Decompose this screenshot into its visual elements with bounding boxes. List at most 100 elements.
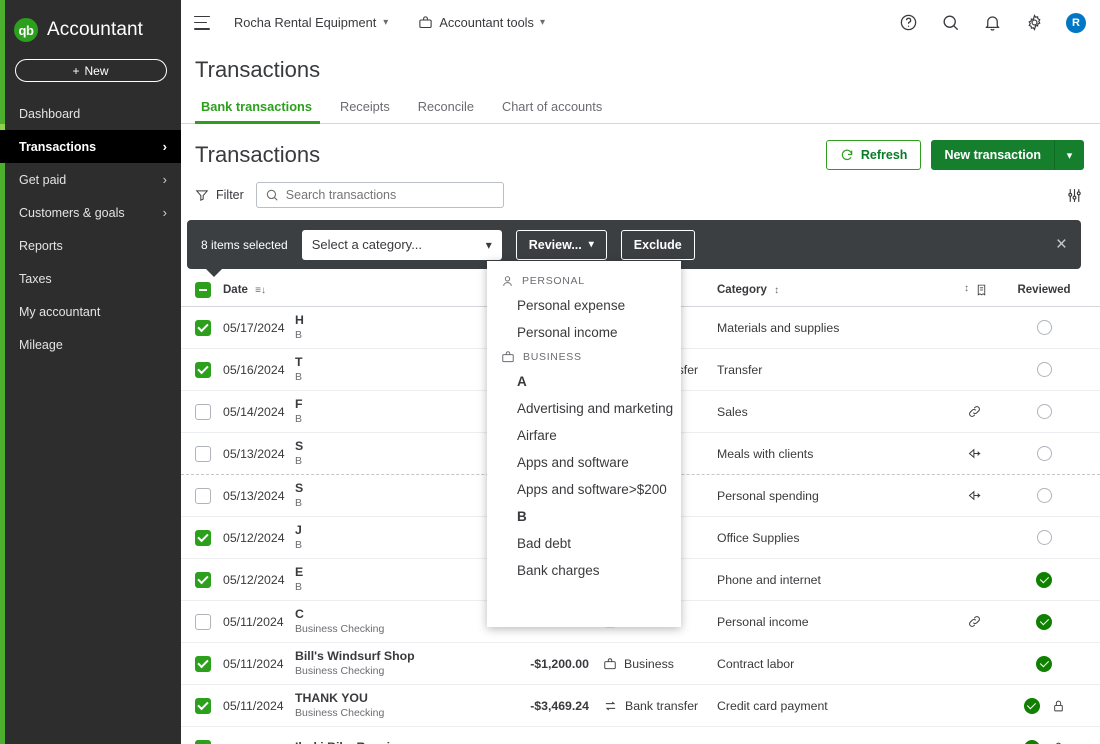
row-reviewed[interactable] — [1004, 320, 1084, 335]
split-icon[interactable] — [967, 488, 982, 503]
review-done-icon[interactable] — [1023, 697, 1040, 714]
row-category[interactable]: Personal income — [707, 615, 944, 629]
company-selector[interactable]: Rocha Rental Equipment ▾ — [234, 15, 388, 30]
menu-toggle-icon[interactable] — [194, 15, 212, 30]
row-reviewed[interactable] — [1004, 446, 1084, 461]
sidebar-item-get-paid[interactable]: Get paid › — [0, 163, 181, 196]
filter-button[interactable]: Filter — [195, 188, 244, 202]
table-row[interactable]: 05/11/2024 THANK YOU Business Checking -… — [181, 685, 1100, 727]
tab-chart-of-accounts[interactable]: Chart of accounts — [488, 99, 616, 123]
review-circle-icon[interactable] — [1036, 320, 1052, 335]
category-option-airfare[interactable]: Airfare — [487, 422, 681, 449]
accountant-tools-menu[interactable]: Accountant tools ▾ — [418, 15, 545, 30]
row-category[interactable]: Office Supplies — [707, 531, 944, 545]
category-option-apps-and-software[interactable]: Apps and software — [487, 449, 681, 476]
row-reviewed[interactable] — [1004, 697, 1084, 714]
sidebar-item-dashboard[interactable]: Dashboard — [0, 97, 181, 130]
row-checkbox-cell — [195, 571, 223, 588]
category-select[interactable]: Select a category... ▾ — [301, 229, 502, 260]
row-checkbox[interactable] — [195, 445, 211, 462]
link-icon[interactable] — [967, 404, 982, 419]
review-done-icon[interactable] — [1036, 655, 1052, 672]
refresh-button[interactable]: Refresh — [825, 140, 922, 170]
tab-bank-transactions[interactable]: Bank transactions — [195, 99, 326, 124]
search-icon[interactable] — [940, 13, 960, 33]
table-row[interactable]: Ibuki Bike Repair — [181, 727, 1100, 744]
row-icon-cell[interactable] — [944, 446, 1004, 461]
row-icon-cell[interactable] — [944, 614, 1004, 629]
row-checkbox[interactable] — [195, 739, 211, 744]
help-icon[interactable] — [898, 13, 918, 33]
row-reviewed[interactable] — [1004, 404, 1084, 419]
link-icon[interactable] — [967, 614, 982, 629]
tab-reconcile[interactable]: Reconcile — [404, 99, 488, 123]
review-circle-icon[interactable] — [1036, 404, 1052, 419]
row-icon-cell[interactable] — [944, 404, 1004, 419]
row-category[interactable]: Materials and supplies — [707, 321, 944, 335]
exclude-button[interactable]: Exclude — [620, 229, 695, 260]
chevron-down-icon[interactable]: ▾ — [1055, 140, 1084, 170]
sidebar-item-taxes[interactable]: Taxes — [0, 262, 181, 295]
row-checkbox[interactable] — [195, 613, 211, 630]
select-all-checkbox[interactable] — [195, 281, 211, 298]
new-button[interactable]: + New — [14, 59, 167, 82]
sidebar-item-mileage[interactable]: Mileage — [0, 328, 181, 361]
column-date-label: Date — [223, 283, 248, 296]
search-input[interactable] — [285, 188, 495, 202]
notifications-bell-icon[interactable] — [982, 13, 1002, 33]
table-settings-icon[interactable] — [1065, 187, 1084, 204]
table-row[interactable]: 05/11/2024 Bill's Windsurf Shop Business… — [181, 643, 1100, 685]
review-circle-icon[interactable] — [1036, 362, 1052, 377]
search-transactions-box[interactable] — [255, 182, 504, 208]
tab-receipts[interactable]: Receipts — [326, 99, 404, 123]
row-checkbox[interactable] — [195, 529, 211, 546]
column-attachment[interactable]: ↕ — [944, 283, 1004, 297]
review-done-icon[interactable] — [1023, 739, 1040, 744]
avatar[interactable]: R — [1066, 12, 1086, 33]
review-circle-icon[interactable] — [1036, 530, 1052, 545]
row-checkbox[interactable] — [195, 403, 211, 420]
row-category[interactable]: Meals with clients — [707, 447, 944, 461]
category-option-bank-charges[interactable]: Bank charges — [487, 557, 681, 584]
review-circle-icon[interactable] — [1036, 488, 1052, 503]
row-checkbox[interactable] — [195, 697, 211, 714]
category-option-personal-income[interactable]: Personal income — [487, 319, 681, 346]
sidebar-item-transactions[interactable]: Transactions › — [0, 130, 181, 163]
review-done-icon[interactable] — [1036, 613, 1052, 630]
row-reviewed[interactable] — [1004, 571, 1084, 588]
column-category[interactable]: Category ↕ — [707, 284, 944, 296]
row-checkbox[interactable] — [195, 361, 211, 378]
new-transaction-button[interactable]: New transaction ▾ — [931, 140, 1084, 170]
review-done-icon[interactable] — [1036, 571, 1052, 588]
category-option-personal-expense[interactable]: Personal expense — [487, 292, 681, 319]
sidebar-item-reports[interactable]: Reports — [0, 229, 181, 262]
row-reviewed[interactable] — [1004, 530, 1084, 545]
row-category[interactable]: Sales — [707, 405, 944, 419]
category-option-advertising-and-marketing[interactable]: Advertising and marketing — [487, 395, 681, 422]
review-button[interactable]: Review... ▾ — [515, 229, 607, 260]
row-reviewed[interactable] — [1004, 739, 1084, 744]
row-checkbox[interactable] — [195, 487, 211, 504]
row-reviewed[interactable] — [1004, 655, 1084, 672]
row-category[interactable]: Credit card payment — [707, 699, 944, 713]
gear-icon[interactable] — [1024, 13, 1044, 33]
column-date[interactable]: Date ≡↓ — [223, 284, 295, 296]
row-category[interactable]: Contract labor — [707, 657, 944, 671]
row-category[interactable]: Phone and internet — [707, 573, 944, 587]
split-icon[interactable] — [967, 446, 982, 461]
row-category[interactable]: Transfer — [707, 363, 944, 377]
review-circle-icon[interactable] — [1036, 446, 1052, 461]
category-option-bad-debt[interactable]: Bad debt — [487, 530, 681, 557]
row-icon-cell[interactable] — [944, 488, 1004, 503]
sidebar-item-my-accountant[interactable]: My accountant — [0, 295, 181, 328]
row-reviewed[interactable] — [1004, 362, 1084, 377]
row-category[interactable]: Personal spending — [707, 489, 944, 503]
close-icon[interactable]: × — [1056, 235, 1067, 254]
sidebar-item-customers-goals[interactable]: Customers & goals › — [0, 196, 181, 229]
row-checkbox[interactable] — [195, 319, 211, 336]
row-reviewed[interactable] — [1004, 488, 1084, 503]
row-checkbox[interactable] — [195, 655, 211, 672]
category-option-apps-and-software-over-200[interactable]: Apps and software>$200 — [487, 476, 681, 503]
row-reviewed[interactable] — [1004, 613, 1084, 630]
row-checkbox[interactable] — [195, 571, 211, 588]
